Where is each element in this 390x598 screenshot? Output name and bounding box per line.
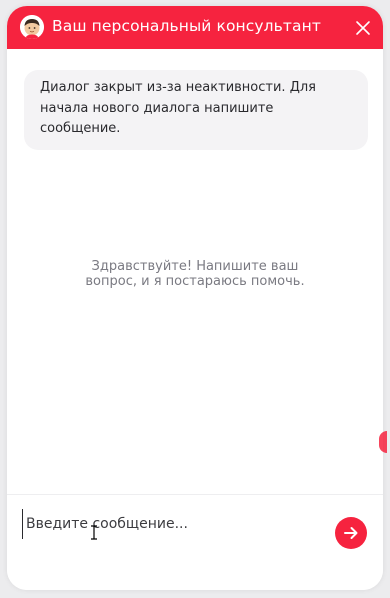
header-title: Ваш персональный консультант — [52, 17, 322, 35]
chat-messages: Диалог закрыт из-за неактивности. Для на… — [7, 49, 383, 494]
greeting-message: Здравствуйте! Напишите ваш вопрос, и я п… — [85, 259, 305, 289]
chat-header: Ваш персональный консультант — [7, 6, 383, 49]
arrow-right-icon — [344, 527, 358, 539]
message-composer — [7, 495, 383, 590]
close-button[interactable] — [353, 18, 373, 38]
chat-widget: Ваш персональный консультант Диалог закр… — [7, 6, 383, 590]
message-input[interactable] — [22, 509, 326, 539]
side-launcher-tab[interactable] — [379, 431, 387, 453]
inactivity-notice: Диалог закрыт из-за неактивности. Для на… — [24, 70, 368, 150]
send-button[interactable] — [335, 517, 367, 549]
consultant-avatar-icon — [20, 15, 44, 39]
close-icon[interactable] — [353, 18, 373, 38]
